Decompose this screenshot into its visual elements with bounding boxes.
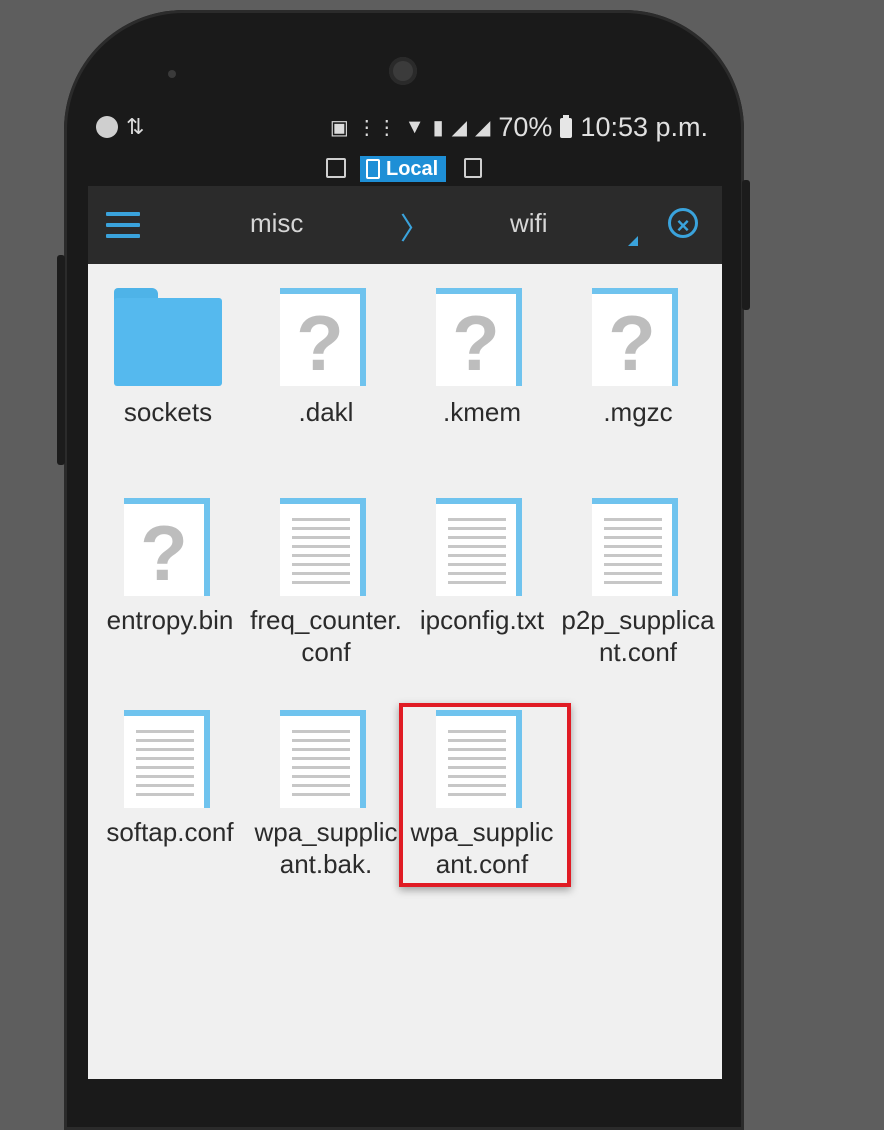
file-item-entropy-bin[interactable]: ? entropy.bin — [92, 498, 248, 636]
usb-icon: ⇅ — [126, 114, 145, 139]
toolbar: misc 〉 wifi × — [88, 186, 722, 264]
document-icon — [280, 710, 366, 808]
dropdown-corner-icon — [628, 236, 638, 246]
tab-local[interactable]: Local — [360, 156, 447, 182]
file-name: .kmem — [443, 397, 521, 427]
sim-icon: ▮ — [432, 117, 444, 139]
file-name: wpa_supplicant.bak. — [254, 817, 398, 879]
file-name: p2p_supplicant.conf — [561, 605, 715, 667]
status-time: 10:53 p.m. — [580, 112, 708, 142]
unknown-file-icon: ? — [592, 288, 678, 387]
file-name: freq_counter.conf — [250, 605, 402, 667]
nfc-icon: ▣ — [329, 117, 349, 139]
location-selector: Local — [90, 152, 720, 186]
file-name: .mgzc — [603, 397, 673, 427]
breadcrumb-misc[interactable]: misc — [250, 208, 303, 239]
phone-side-button — [57, 255, 65, 465]
file-item-mgzc[interactable]: ? .mgzc — [560, 288, 716, 428]
file-item-kmem[interactable]: ? .kmem — [404, 288, 560, 428]
unknown-file-icon: ? — [436, 288, 522, 387]
tab-local-label: Local — [386, 157, 439, 180]
folder-icon — [114, 288, 222, 386]
document-icon — [280, 498, 366, 596]
phone-sensor — [168, 70, 176, 78]
menu-icon[interactable] — [106, 212, 140, 238]
selection-highlight — [399, 703, 571, 887]
file-name: softap.conf — [106, 817, 234, 847]
file-name: sockets — [123, 397, 213, 427]
unknown-file-icon: ? — [280, 288, 366, 387]
volte-icon: ⋮⋮ — [356, 117, 397, 139]
unknown-file-icon: ? — [124, 498, 210, 597]
signal-2-icon: ◢ — [474, 117, 491, 139]
file-item-ipconfig-txt[interactable]: ipconfig.txt — [404, 498, 560, 636]
front-camera — [389, 57, 417, 85]
document-icon — [436, 498, 522, 596]
breadcrumb-separator-icon: 〉 — [400, 213, 430, 246]
file-item-dakl[interactable]: ? .dakl — [248, 288, 404, 428]
file-name: entropy.bin — [106, 605, 234, 635]
file-grid: sockets ? .dakl ? .kmem ? .mgzc ? entrop… — [88, 264, 722, 1079]
phone-power-button — [742, 180, 750, 310]
document-icon — [592, 498, 678, 596]
close-icon[interactable]: × — [668, 208, 698, 238]
phone-icon — [366, 159, 380, 179]
signal-icon: ◢ — [451, 117, 467, 139]
clipboard-icon[interactable] — [464, 158, 482, 178]
file-item-wpa-supplicant-bak[interactable]: wpa_supplicant.bak. — [248, 710, 404, 880]
battery-icon — [560, 114, 573, 138]
notification-icon — [96, 116, 118, 138]
file-item-p2p-supplicant-conf[interactable]: p2p_supplicant.conf — [560, 498, 716, 668]
file-item-freq-counter-conf[interactable]: freq_counter.conf — [248, 498, 404, 668]
wifi-icon: ▼ — [404, 116, 425, 138]
home-icon[interactable] — [326, 158, 346, 178]
document-icon — [124, 710, 210, 808]
breadcrumb-wifi[interactable]: wifi — [510, 208, 548, 239]
file-item-sockets[interactable]: sockets — [90, 288, 246, 428]
file-name: .dakl — [298, 397, 354, 427]
battery-percent: 70% — [498, 112, 553, 142]
status-bar: ⇅ ▣ ⋮⋮ ▼ ▮ ◢ ◢ 70% 10:53 p.m. — [90, 110, 720, 150]
file-item-softap-conf[interactable]: softap.conf — [92, 710, 248, 848]
file-name: ipconfig.txt — [419, 605, 545, 635]
